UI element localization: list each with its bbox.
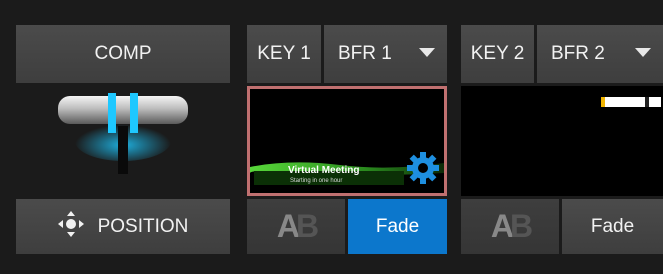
tbar-graphic xyxy=(58,93,188,174)
ab-transition-icon: AB xyxy=(276,208,319,244)
transition-tbar[interactable] xyxy=(52,86,194,176)
key1-fade-button[interactable]: Fade xyxy=(348,199,447,254)
gear-icon[interactable] xyxy=(406,151,440,190)
key1-button[interactable]: KEY 1 xyxy=(247,25,321,83)
position-label: POSITION xyxy=(97,215,189,237)
chevron-down-icon xyxy=(419,48,435,57)
key1-preview[interactable]: Virtual Meeting Starting in one hour xyxy=(247,86,447,196)
key2-buffer-dropdown[interactable]: BFR 2 xyxy=(537,25,663,83)
chevron-down-icon xyxy=(635,48,651,57)
key2-ab-button[interactable]: AB xyxy=(461,199,559,254)
lowerthird-subtitle: Starting in one hour xyxy=(290,178,343,184)
key1-label: KEY 1 xyxy=(257,43,311,64)
key2-buffer-label: BFR 2 xyxy=(551,43,605,64)
key2-thumbnail-graphic xyxy=(601,97,661,107)
comp-label: COMP xyxy=(94,43,152,64)
comp-button[interactable]: COMP xyxy=(16,25,230,83)
position-button[interactable]: POSITION xyxy=(16,199,230,254)
key1-buffer-label: BFR 1 xyxy=(338,43,392,64)
key2-label: KEY 2 xyxy=(470,43,525,64)
move-arrows-icon xyxy=(57,210,84,243)
key2-fade-button[interactable]: Fade xyxy=(562,199,663,254)
lowerthird-title: Virtual Meeting xyxy=(288,165,360,176)
key1-ab-button[interactable]: AB xyxy=(247,199,345,254)
key1-buffer-dropdown[interactable]: BFR 1 xyxy=(324,25,447,83)
key2-preview[interactable] xyxy=(461,86,663,196)
key2-fade-label: Fade xyxy=(590,215,635,237)
key2-button[interactable]: KEY 2 xyxy=(461,25,534,83)
key1-fade-label: Fade xyxy=(375,215,420,237)
ab-transition-icon: AB xyxy=(490,208,533,244)
